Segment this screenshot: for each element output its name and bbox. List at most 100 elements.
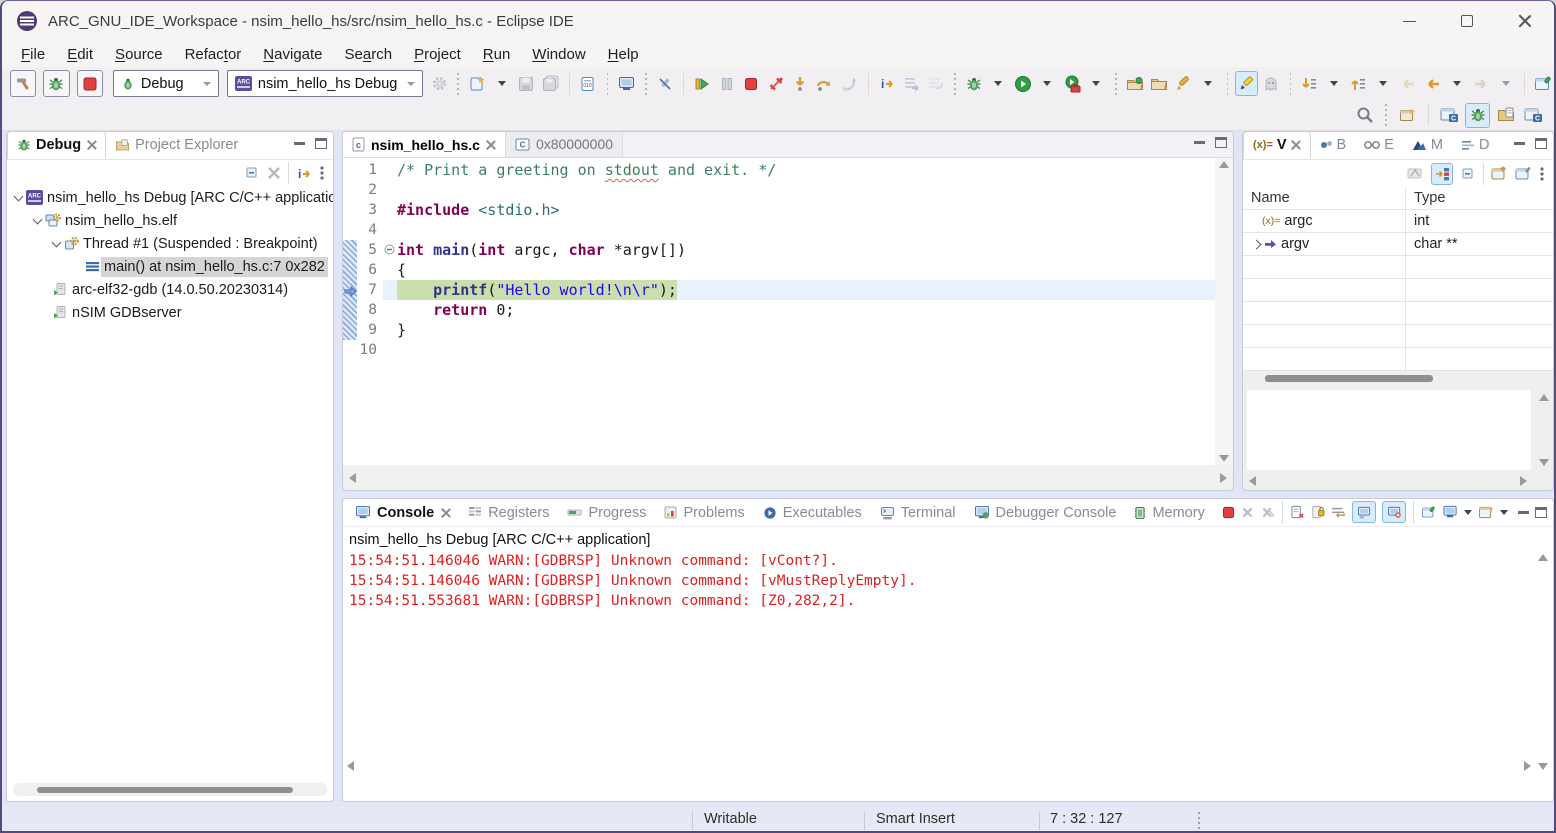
table-row-argv[interactable]: argv char ** <box>1243 233 1553 256</box>
resume-button[interactable] <box>691 71 714 96</box>
menu-help[interactable]: Help <box>597 44 650 65</box>
open-console-button[interactable] <box>615 71 638 96</box>
last-edit-location-button[interactable] <box>1396 71 1419 96</box>
step-into-button[interactable] <box>789 71 812 96</box>
scroll-left-icon[interactable] <box>347 761 354 771</box>
disconnect-button[interactable] <box>765 71 788 96</box>
tab-executables[interactable]: Executables <box>755 501 870 525</box>
save-button[interactable] <box>515 71 538 96</box>
tab-source-file[interactable]: c nsim_hello_hs.c <box>343 131 506 157</box>
tab-disassembly-view[interactable]: D <box>1452 131 1498 159</box>
terminate-button[interactable] <box>740 71 763 96</box>
editor-horizontal-scrollbar[interactable] <box>343 465 1233 491</box>
maximize-view-icon[interactable] <box>1535 507 1547 518</box>
variables-horizontal-scrollbar[interactable] <box>1243 371 1553 386</box>
next-annotation-dropdown[interactable] <box>1323 71 1346 96</box>
resource-perspective-button[interactable] <box>1493 103 1518 128</box>
status-drag-handle-icon[interactable] <box>1198 812 1200 829</box>
scroll-up-icon[interactable] <box>1539 394 1549 401</box>
ghost-annotations-button[interactable] <box>1260 71 1283 96</box>
chevron-down-icon[interactable] <box>14 191 24 201</box>
menu-run[interactable]: Run <box>472 44 522 65</box>
menu-refactor[interactable]: Refactor <box>174 44 253 65</box>
cpp-perspective-button[interactable]: C <box>1521 103 1546 128</box>
menu-edit[interactable]: Edit <box>56 44 104 65</box>
scroll-up-icon[interactable] <box>1219 161 1229 168</box>
remove-all-launches-icon[interactable] <box>1260 506 1275 519</box>
terminate-icon[interactable] <box>1222 506 1235 519</box>
minimize-view-icon[interactable] <box>294 142 305 145</box>
fold-collapse-icon[interactable] <box>384 244 395 255</box>
scroll-lock-icon[interactable] <box>1311 505 1325 519</box>
tab-disassembly[interactable]: C 0x80000000 <box>506 131 623 157</box>
view-menu-icon[interactable] <box>1539 166 1545 182</box>
open-console-dropdown[interactable] <box>1500 510 1508 515</box>
tab-memory[interactable]: Memory <box>1126 501 1212 525</box>
minimize-editor-icon[interactable] <box>1194 141 1205 144</box>
step-return-button[interactable] <box>838 71 861 96</box>
search-pen-dropdown[interactable] <box>1197 71 1220 96</box>
move-to-line-button[interactable] <box>900 71 923 96</box>
tab-registers[interactable]: Registers <box>460 501 557 525</box>
variables-header-row[interactable]: Name Type <box>1243 187 1553 210</box>
c-perspective-button[interactable]: C <box>1437 103 1462 128</box>
search-button[interactable] <box>1352 103 1377 128</box>
tree-item-launch[interactable]: ARC nsim_hello_hs Debug [ARC C/C++ appli… <box>7 186 333 209</box>
open-element-button[interactable] <box>1124 71 1147 96</box>
remove-launch-icon[interactable] <box>1241 506 1254 519</box>
console-horizontal-scrollbar[interactable] <box>347 759 1531 773</box>
detail-horizontal-scrollbar[interactable] <box>1249 476 1527 486</box>
instruction-stepping-button[interactable]: i <box>875 71 898 96</box>
back-dropdown[interactable] <box>1445 71 1468 96</box>
tree-item-gdb[interactable]: arc-elf32-gdb (14.0.50.20230314) <box>7 278 333 301</box>
tree-item-thread[interactable]: Thread #1 (Suspended : Breakpoint) <box>7 232 333 255</box>
new-view-icon[interactable] <box>1491 166 1508 181</box>
open-perspective-button[interactable] <box>1395 103 1420 128</box>
clear-console-icon[interactable] <box>1290 505 1305 519</box>
instruction-step-mode-icon[interactable]: i <box>295 166 313 181</box>
external-tools-button[interactable] <box>1061 71 1084 96</box>
menu-search[interactable]: Search <box>334 44 404 65</box>
run-button[interactable] <box>1012 71 1035 96</box>
close-tab-icon[interactable] <box>486 140 496 150</box>
menu-project[interactable]: Project <box>403 44 472 65</box>
menu-source[interactable]: Source <box>104 44 174 65</box>
tab-debug[interactable]: Debug <box>7 131 106 159</box>
run-dropdown[interactable] <box>1036 71 1059 96</box>
back-button[interactable] <box>1421 71 1444 96</box>
launch-gear-button[interactable] <box>428 71 451 96</box>
binary-file-button[interactable]: 010 <box>577 71 600 96</box>
menu-window[interactable]: Window <box>521 44 596 65</box>
scroll-up-icon[interactable] <box>1538 554 1548 561</box>
build-button[interactable] <box>10 70 36 97</box>
external-tools-dropdown[interactable] <box>1085 71 1108 96</box>
scroll-down-icon[interactable] <box>1219 455 1229 462</box>
tab-console[interactable]: Console <box>347 501 458 525</box>
word-wrap-icon[interactable] <box>1331 506 1346 519</box>
show-stderr-toggle[interactable] <box>1382 501 1406 523</box>
column-name[interactable]: Name <box>1243 187 1406 209</box>
new-wizard-dropdown[interactable] <box>491 71 514 96</box>
display-console-icon[interactable] <box>1442 505 1458 519</box>
forward-button[interactable] <box>1470 71 1493 96</box>
debug-mode-combo[interactable]: Debug <box>113 70 219 97</box>
column-type[interactable]: Type <box>1406 190 1553 206</box>
tree-item-gdbserver[interactable]: nSIM GDBserver <box>7 301 333 324</box>
tree-item-elf[interactable]: nsim_hello_hs.elf <box>7 209 333 232</box>
close-tab-icon[interactable] <box>440 508 450 518</box>
table-row-argc[interactable]: (x)=argc int <box>1243 210 1553 233</box>
console-output[interactable]: nsim_hello_hs Debug [ARC C/C++ applicati… <box>343 527 1553 775</box>
debug-history-dropdown[interactable] <box>987 71 1010 96</box>
tab-terminal[interactable]: Terminal <box>872 501 964 525</box>
pin-editor-button[interactable] <box>1532 71 1555 96</box>
suspend-button[interactable] <box>716 71 739 96</box>
tab-modules[interactable]: M <box>1403 131 1452 159</box>
view-menu-icon[interactable] <box>319 165 325 181</box>
maximize-editor-icon[interactable] <box>1215 137 1227 148</box>
scroll-left-icon[interactable] <box>349 473 356 483</box>
debug-button[interactable] <box>43 70 69 97</box>
close-tab-icon[interactable] <box>1291 140 1301 150</box>
tab-variables[interactable]: (x)= V <box>1243 131 1311 159</box>
collapse-all-icon[interactable] <box>1460 166 1476 182</box>
editor-vertical-scrollbar[interactable] <box>1215 158 1233 465</box>
